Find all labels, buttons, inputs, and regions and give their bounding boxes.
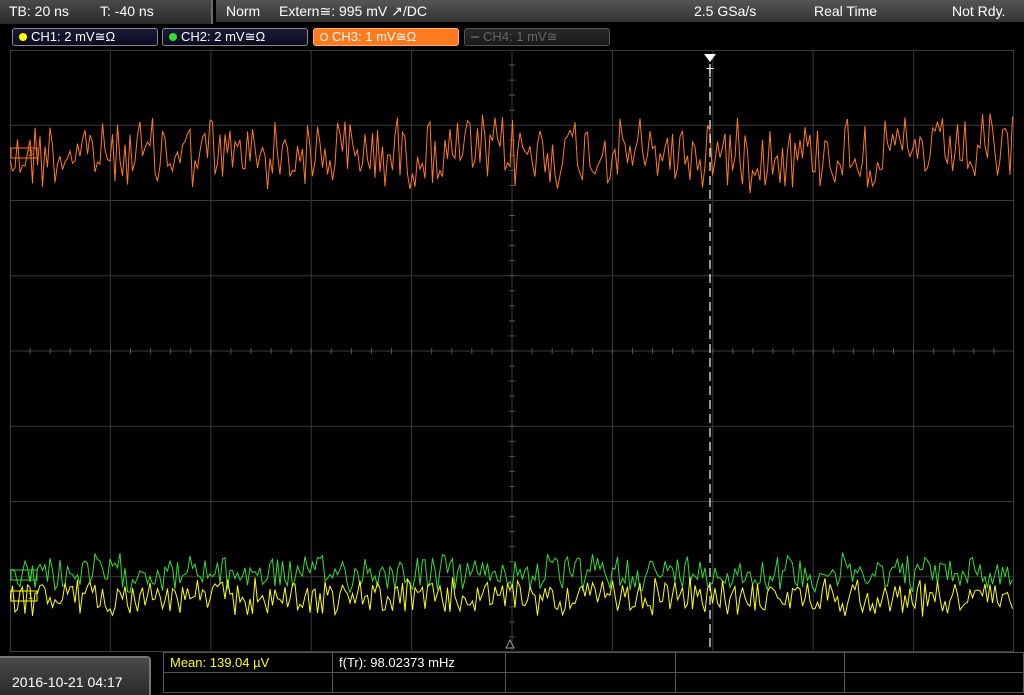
channel-1-tab[interactable]: CH1: 2 mV≅Ω [12, 28, 158, 46]
trigger-marker: T [706, 65, 714, 80]
ch2-indicator-icon [169, 33, 177, 41]
ch3-marker-label: 3 [28, 148, 33, 158]
frequency-measurement: f(Tr): 98.02373 mHz [339, 655, 455, 670]
measurement-cell-5[interactable] [844, 652, 1024, 673]
ch4-label: CH4: 1 mV≅ [483, 29, 558, 44]
timebase-panel[interactable]: TB: 20 ns T: -40 ns [0, 0, 213, 24]
datetime-panel: 2016-10-21 04:17 [0, 656, 151, 695]
channel-2-tab[interactable]: CH2: 2 mV≅Ω [162, 28, 308, 46]
datetime-label: 2016-10-21 04:17 [12, 674, 123, 690]
measurement-cell-3[interactable] [505, 652, 676, 673]
trigger-time-label: T: -40 ns [100, 3, 154, 19]
trigger-source-label: Extern≅: 995 mV ↗/DC [279, 3, 427, 19]
ch1-marker-label: 1 [28, 591, 33, 601]
measurement-cell-1[interactable]: Mean: 139.04 µV [163, 652, 333, 673]
measurement-cell-8[interactable] [505, 672, 676, 693]
measurement-cell-6[interactable] [163, 672, 333, 693]
trigger-mode-label: Norm [226, 3, 261, 19]
status-label: Not Rdy. [952, 3, 1006, 19]
waveform-display[interactable]: T 3 2 1 [10, 50, 1014, 652]
channel-4-tab[interactable]: CH4: 1 mV≅ [464, 28, 610, 46]
timebase-label: TB: 20 ns [9, 3, 69, 19]
measurement-panel[interactable]: Mean: 139.04 µV f(Tr): 98.02373 mHz [163, 652, 1024, 695]
ch3-indicator-icon [320, 33, 328, 41]
channel-3-tab[interactable]: CH3: 1 mV≅Ω [313, 28, 459, 46]
ch4-indicator-icon [471, 36, 479, 38]
measurement-cell-4[interactable] [675, 652, 845, 673]
ch3-label: CH3: 1 mV≅Ω [332, 29, 417, 44]
measurement-cell-2[interactable]: f(Tr): 98.02373 mHz [332, 652, 506, 673]
status-bar: TB: 20 ns T: -40 ns Norm Extern≅: 995 mV… [0, 0, 1024, 25]
measurement-cell-9[interactable] [675, 672, 845, 693]
acquisition-mode-label: Real Time [814, 3, 878, 19]
ch2-marker-label: 2 [28, 570, 33, 580]
measurement-cell-10[interactable] [844, 672, 1024, 693]
ch2-label: CH2: 2 mV≅Ω [181, 29, 266, 44]
acquisition-panel[interactable]: Norm Extern≅: 995 mV ↗/DC 2.5 GSa/s Real… [216, 0, 1024, 22]
sample-rate-label: 2.5 GSa/s [694, 3, 757, 19]
ch1-indicator-icon [19, 33, 27, 41]
ch1-label: CH1: 2 mV≅Ω [31, 29, 116, 44]
measurement-cell-7[interactable] [332, 672, 506, 693]
mean-measurement: Mean: 139.04 µV [170, 655, 270, 670]
